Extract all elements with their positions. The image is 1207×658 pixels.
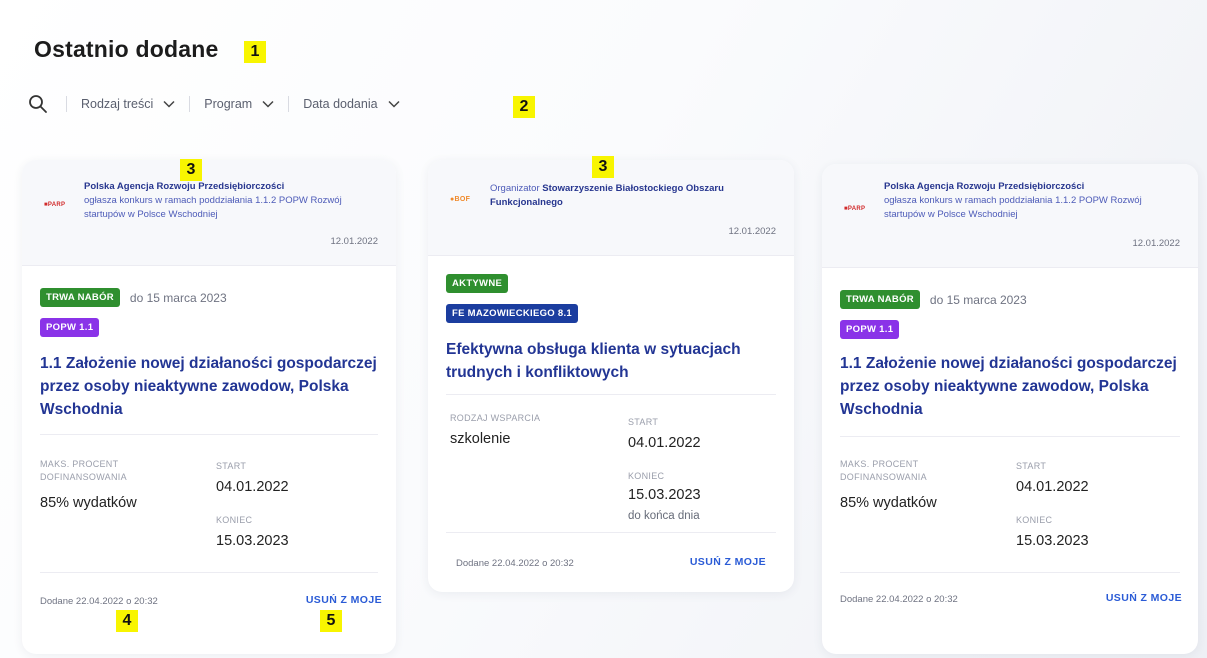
organizer-name: Polska Agencja Rozwoju Przedsiębiorczośc… bbox=[884, 181, 1085, 192]
start-value: 04.01.2022 bbox=[628, 435, 701, 451]
start-label: START bbox=[628, 417, 659, 427]
page-title: Ostatnio dodane bbox=[34, 36, 219, 62]
call-card[interactable]: ■PARP Polska Agencja Rozwoju Przedsiębio… bbox=[822, 164, 1198, 654]
divider bbox=[40, 572, 378, 573]
end-label: KONIEC bbox=[1016, 515, 1053, 525]
end-value: 15.03.2023 bbox=[216, 533, 289, 549]
funding-label: MAKS. PROCENT DOFINANSOWANIA bbox=[40, 459, 127, 482]
call-card[interactable]: ●BOF Organizator Stowarzyszenie Białosto… bbox=[428, 160, 794, 592]
call-card[interactable]: ■PARP Polska Agencja Rozwoju Przedsiębio… bbox=[22, 160, 396, 654]
filter-separator bbox=[288, 96, 290, 112]
filter-content-type[interactable]: Rodzaj treści bbox=[81, 97, 175, 111]
filter-label: Program bbox=[204, 97, 253, 111]
program-row: FE MAZOWIECKIEGO 8.1 bbox=[446, 304, 579, 323]
filter-separator bbox=[66, 96, 67, 112]
program-row: POPW 1.1 bbox=[840, 320, 900, 339]
organizer-text: Polska Agencja Rozwoju Przedsiębiorczośc… bbox=[884, 180, 1180, 222]
start-label: START bbox=[1016, 461, 1047, 471]
recent-page: Ostatnio dodane 1 Rodzaj treści Program … bbox=[0, 0, 1207, 658]
status-badge: AKTYWNE bbox=[446, 274, 509, 293]
header-date: 12.01.2022 bbox=[330, 236, 378, 247]
filter-bar: Rodzaj treści Program Data dodania bbox=[28, 92, 400, 116]
chevron-down-icon bbox=[163, 100, 175, 108]
added-date: Dodane 22.04.2022 o 20:32 bbox=[40, 596, 158, 607]
added-date: Dodane 22.04.2022 o 20:32 bbox=[456, 558, 574, 569]
funding-value: 85% wydatków bbox=[840, 495, 937, 511]
status-badge: TRWA NABÓR bbox=[40, 288, 120, 307]
remove-from-mine-button[interactable]: USUŃ Z MOJE bbox=[690, 556, 766, 568]
card-title[interactable]: Efektywna obsługa klienta w sytuacjach t… bbox=[446, 338, 776, 384]
status-row: TRWA NABÓR do 15 marca 2023 bbox=[840, 290, 1027, 309]
organizer-description: ogłasza konkurs w ramach poddziałania 1.… bbox=[84, 195, 342, 220]
deadline-text: do 15 marca 2023 bbox=[929, 292, 1027, 307]
status-row: TRWA NABÓR do 15 marca 2023 bbox=[40, 288, 227, 307]
added-date: Dodane 22.04.2022 o 20:32 bbox=[840, 594, 958, 605]
annotation-marker: 5 bbox=[320, 610, 342, 632]
start-value: 04.01.2022 bbox=[216, 479, 289, 495]
program-badge: POPW 1.1 bbox=[840, 320, 900, 339]
organizer-text: Polska Agencja Rozwoju Przedsiębiorczośc… bbox=[84, 180, 380, 222]
end-label: KONIEC bbox=[216, 515, 253, 525]
annotation-marker: 1 bbox=[244, 41, 266, 63]
deadline-text: do 15 marca 2023 bbox=[129, 290, 227, 305]
filter-date-added[interactable]: Data dodania bbox=[303, 97, 400, 111]
filter-label: Rodzaj treści bbox=[81, 97, 154, 111]
start-label: START bbox=[216, 461, 247, 471]
header-date: 12.01.2022 bbox=[728, 226, 776, 237]
chevron-down-icon bbox=[388, 100, 400, 108]
divider bbox=[840, 572, 1180, 573]
program-badge: FE MAZOWIECKIEGO 8.1 bbox=[446, 304, 579, 323]
filter-label: Data dodania bbox=[303, 97, 378, 111]
filter-program[interactable]: Program bbox=[204, 97, 274, 111]
divider bbox=[840, 436, 1180, 437]
remove-from-mine-button[interactable]: USUŃ Z MOJE bbox=[1106, 592, 1182, 604]
funding-value: 85% wydatków bbox=[40, 495, 137, 511]
annotation-marker: 3 bbox=[592, 156, 614, 178]
organizer-logo: ■PARP bbox=[844, 206, 866, 212]
status-badge: TRWA NABÓR bbox=[840, 290, 920, 309]
card-organizer-header: ■PARP Polska Agencja Rozwoju Przedsiębio… bbox=[822, 164, 1198, 268]
end-value: 15.03.2023 bbox=[628, 487, 701, 503]
divider bbox=[446, 532, 776, 533]
card-title[interactable]: 1.1 Założenie nowej działaności gospodar… bbox=[840, 352, 1180, 421]
support-type-label: RODZAJ WSPARCIA bbox=[450, 413, 541, 423]
chevron-down-icon bbox=[262, 100, 274, 108]
organizer-logo: ■PARP bbox=[44, 202, 66, 208]
end-label: KONIEC bbox=[628, 471, 665, 481]
remove-from-mine-button[interactable]: USUŃ Z MOJE bbox=[306, 594, 382, 606]
support-type-value: szkolenie bbox=[450, 431, 511, 447]
annotation-marker: 2 bbox=[513, 96, 535, 118]
end-note: do końca dnia bbox=[628, 510, 700, 522]
program-row: POPW 1.1 bbox=[40, 318, 100, 337]
filter-separator bbox=[189, 96, 191, 112]
organizer-text: Organizator Stowarzyszenie Białostockieg… bbox=[490, 182, 770, 210]
search-icon[interactable] bbox=[28, 94, 48, 114]
status-row: AKTYWNE bbox=[446, 274, 509, 293]
header-date: 12.01.2022 bbox=[1132, 238, 1180, 249]
divider bbox=[446, 394, 776, 395]
funding-label: MAKS. PROCENT DOFINANSOWANIA bbox=[840, 459, 927, 482]
divider bbox=[40, 434, 378, 435]
organizer-name: Polska Agencja Rozwoju Przedsiębiorczośc… bbox=[84, 181, 285, 192]
start-value: 04.01.2022 bbox=[1016, 479, 1089, 495]
card-organizer-header: ■PARP Polska Agencja Rozwoju Przedsiębio… bbox=[22, 160, 396, 266]
organizer-prefix: Organizator bbox=[490, 183, 540, 194]
program-badge: POPW 1.1 bbox=[40, 318, 100, 337]
organizer-logo: ●BOF bbox=[450, 196, 471, 203]
card-title[interactable]: 1.1 Założenie nowej działaności gospodar… bbox=[40, 352, 380, 421]
end-value: 15.03.2023 bbox=[1016, 533, 1089, 549]
annotation-marker: 3 bbox=[180, 159, 202, 181]
annotation-marker: 4 bbox=[116, 610, 138, 632]
organizer-description: ogłasza konkurs w ramach poddziałania 1.… bbox=[884, 195, 1142, 220]
